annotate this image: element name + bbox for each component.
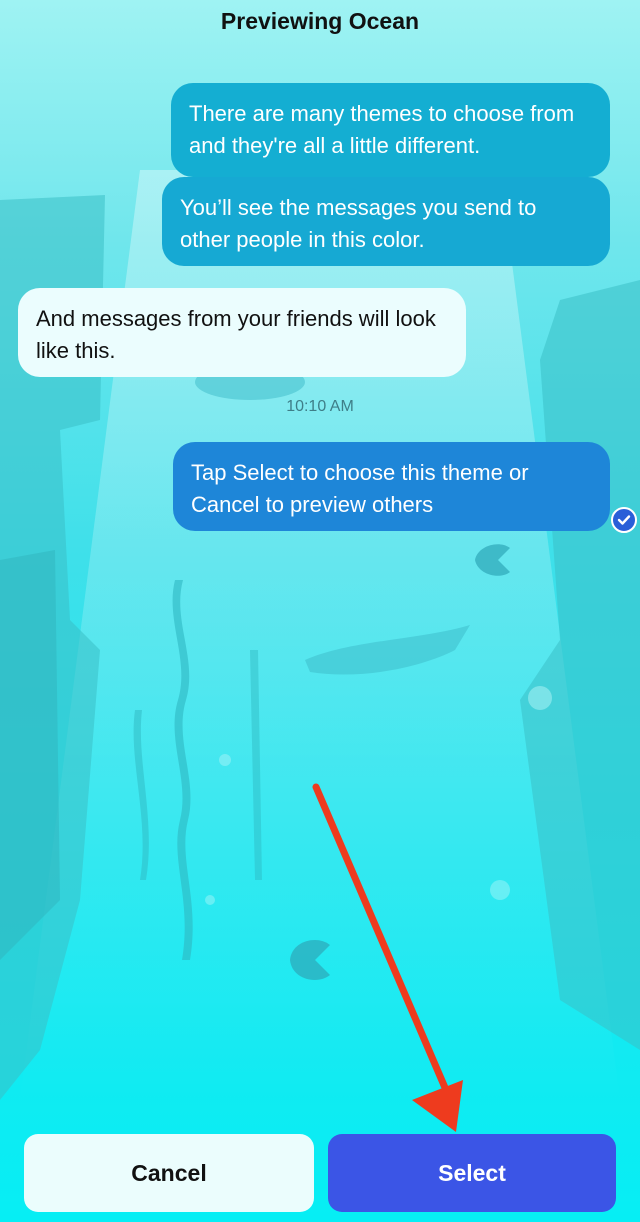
red-arrow-icon — [312, 783, 463, 1132]
select-button[interactable]: Select — [328, 1134, 616, 1212]
cancel-button[interactable]: Cancel — [24, 1134, 314, 1212]
